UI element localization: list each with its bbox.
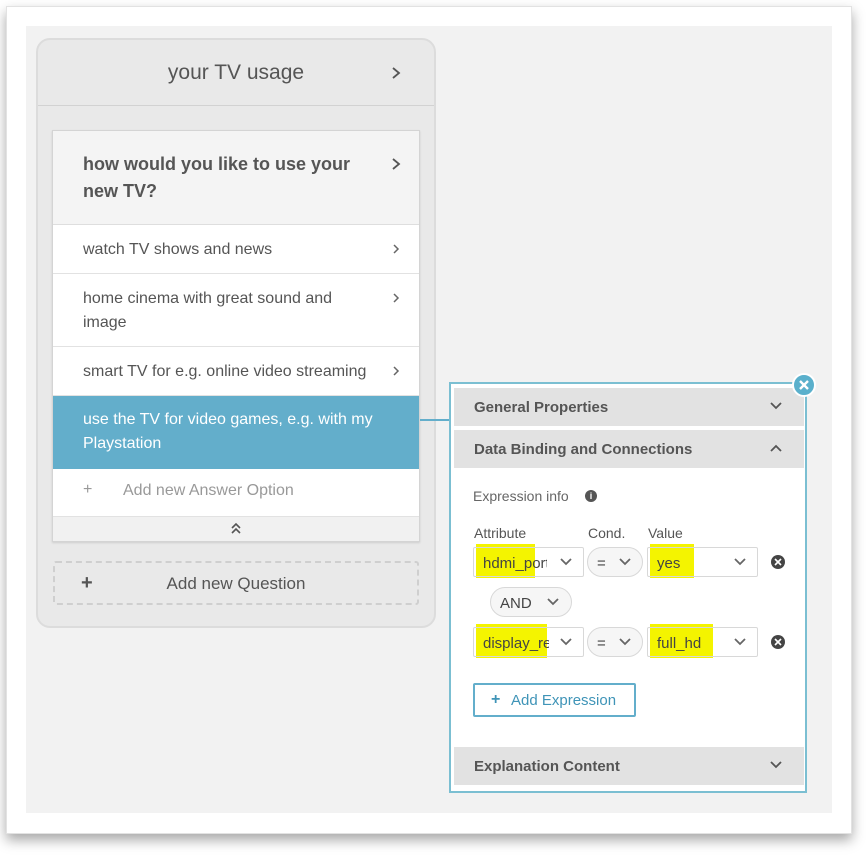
chevron-up-icon	[770, 444, 782, 452]
accordion-explanation-content[interactable]: Explanation Content	[454, 747, 804, 785]
plus-icon: +	[491, 691, 501, 708]
attribute-select[interactable]: hdmi_ports	[473, 547, 584, 577]
attribute-select-value: display_resolution	[483, 635, 549, 652]
close-panel-button[interactable]	[792, 373, 816, 397]
chevron-down-icon	[770, 761, 782, 769]
chevron-right-icon[interactable]	[389, 242, 403, 256]
operator-select-value: AND	[500, 595, 532, 612]
accordion-title: General Properties	[474, 399, 609, 416]
answer-label: home cinema with great sound and image	[83, 290, 333, 331]
accordion-title: Data Binding and Connections	[474, 441, 693, 458]
value-select-value: yes	[657, 555, 681, 572]
chevron-down-icon	[619, 638, 631, 646]
accordion-data-binding[interactable]: Data Binding and Connections	[454, 430, 804, 468]
remove-expression-icon[interactable]	[771, 555, 785, 569]
question-header[interactable]: how would you like to use your new TV?	[53, 131, 419, 225]
chevron-right-icon[interactable]	[389, 291, 403, 305]
condition-select[interactable]: =	[587, 547, 643, 577]
attribute-select-value: hdmi_ports	[483, 555, 547, 572]
add-answer-label: Add new Answer Option	[123, 482, 294, 499]
connector-line	[420, 419, 451, 421]
attribute-select[interactable]: display_resolution	[473, 627, 584, 657]
answer-label: smart TV for e.g. online video streaming	[83, 363, 367, 380]
chevron-right-icon[interactable]	[389, 364, 403, 378]
condition-select-value: =	[597, 635, 606, 652]
answer-option[interactable]: smart TV for e.g. online video streaming	[53, 347, 419, 396]
remove-expression-icon[interactable]	[771, 635, 785, 649]
value-select-value: full_hd	[657, 635, 702, 652]
add-question-label: Add new Question	[166, 574, 306, 593]
condition-select-value: =	[597, 555, 606, 572]
plus-icon: +	[83, 481, 93, 498]
value-select[interactable]: full_hd	[647, 627, 758, 657]
chevron-down-icon	[547, 598, 559, 606]
column-label-cond: Cond.	[588, 525, 626, 541]
collapse-bar[interactable]	[53, 517, 419, 541]
answer-option[interactable]: watch TV shows and news	[53, 225, 419, 274]
column-label-attribute: Attribute	[474, 525, 527, 541]
chevron-down-icon	[734, 638, 746, 646]
chevron-down-icon	[560, 638, 572, 646]
add-expression-label: Add Expression	[511, 692, 617, 709]
add-expression-button[interactable]: + Add Expression	[473, 683, 636, 717]
condition-select[interactable]: =	[587, 627, 643, 657]
accordion-general-properties[interactable]: General Properties	[454, 388, 804, 426]
chevron-down-icon	[770, 402, 782, 410]
double-chevron-up-icon	[231, 522, 241, 534]
chevron-right-icon[interactable]	[389, 157, 403, 171]
question-title: how would you like to use your new TV?	[83, 154, 351, 201]
chevron-right-icon[interactable]	[389, 66, 403, 80]
expression-info-label: Expression info	[473, 488, 569, 504]
answer-label: watch TV shows and news	[83, 241, 273, 258]
answer-label: use the TV for video games, e.g. with my…	[83, 411, 373, 452]
chevron-down-icon	[734, 558, 746, 566]
answer-option-selected[interactable]: use the TV for video games, e.g. with my…	[53, 396, 419, 469]
section-title: your TV usage	[167, 61, 305, 84]
close-icon	[799, 380, 809, 390]
value-select[interactable]: yes	[647, 547, 758, 577]
accordion-title: Explanation Content	[474, 758, 620, 775]
operator-select[interactable]: AND	[490, 587, 572, 617]
column-label-value: Value	[648, 525, 683, 541]
add-question-button[interactable]: + Add new Question	[53, 561, 419, 605]
chevron-down-icon	[560, 558, 572, 566]
answer-option[interactable]: home cinema with great sound and image	[53, 274, 419, 347]
question-card: how would you like to use your new TV? w…	[52, 130, 420, 542]
add-answer-option-button[interactable]: + Add new Answer Option	[53, 469, 419, 517]
chevron-down-icon	[619, 558, 631, 566]
info-icon[interactable]: i	[585, 490, 597, 502]
section-header[interactable]: your TV usage	[38, 40, 434, 106]
